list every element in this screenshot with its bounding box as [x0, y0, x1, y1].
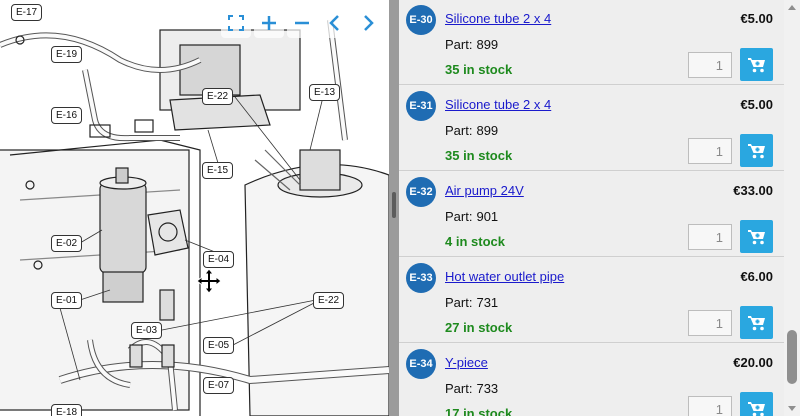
stock-status: 27 in stock — [445, 320, 513, 335]
cart-icon — [747, 315, 765, 330]
add-to-cart-button[interactable] — [740, 134, 773, 167]
callout-label[interactable]: E-02 — [51, 235, 83, 252]
list-item: E-30 Silicone tube 2 x 4 €5.00 Part: 899 … — [399, 0, 784, 85]
position-badge[interactable]: E-33 — [406, 263, 436, 293]
part-name-link[interactable]: Air pump 24V — [445, 183, 524, 198]
part-price: €20.00 — [733, 355, 773, 370]
part-number: Part: 899 — [445, 37, 498, 52]
part-name-link[interactable]: Silicone tube 2 x 4 — [445, 11, 551, 26]
position-badge[interactable]: E-34 — [406, 349, 436, 379]
stock-status: 17 in stock — [445, 406, 513, 416]
part-price: €5.00 — [740, 11, 773, 26]
part-price: €33.00 — [733, 183, 773, 198]
next-icon[interactable] — [353, 8, 383, 38]
diagram-toolbar — [221, 8, 383, 38]
quantity-input[interactable] — [688, 52, 732, 78]
callout-label[interactable]: E-13 — [309, 84, 341, 101]
quantity-input[interactable] — [688, 224, 732, 250]
part-price: €6.00 — [740, 269, 773, 284]
stock-status: 35 in stock — [445, 62, 513, 77]
callout-label[interactable]: E-22 — [202, 88, 234, 105]
cart-icon — [747, 143, 765, 158]
callout-label[interactable]: E-04 — [203, 251, 235, 268]
add-to-cart-button[interactable] — [740, 306, 773, 339]
part-number-value: 733 — [476, 381, 499, 396]
scroll-up-icon[interactable] — [788, 5, 796, 10]
callout-label[interactable]: E-22 — [313, 292, 345, 309]
fit-icon[interactable] — [221, 8, 251, 38]
quantity-input[interactable] — [688, 396, 732, 416]
exploded-diagram[interactable]: E-17 E-19 E-16 E-22 E-13 E-15 E-02 E-04 … — [0, 0, 389, 416]
callout-label[interactable]: E-19 — [51, 46, 83, 63]
part-number-value: 901 — [476, 209, 499, 224]
pane-splitter[interactable] — [389, 0, 399, 416]
part-label: Part: — [445, 381, 473, 396]
add-to-cart-button[interactable] — [740, 48, 773, 81]
callout-label[interactable]: E-01 — [51, 292, 83, 309]
part-name-link[interactable]: Y-piece — [445, 355, 488, 370]
callout-label[interactable]: E-07 — [203, 377, 235, 394]
list-item: E-33 Hot water outlet pipe €6.00 Part: 73… — [399, 258, 784, 343]
part-label: Part: — [445, 37, 473, 52]
cart-icon — [747, 229, 765, 244]
stock-status: 35 in stock — [445, 148, 513, 163]
quantity-input[interactable] — [688, 138, 732, 164]
part-number: Part: 899 — [445, 123, 498, 138]
callout-label[interactable]: E-15 — [202, 162, 234, 179]
cart-icon — [747, 57, 765, 72]
move-cursor-icon — [196, 268, 222, 299]
cart-icon — [747, 401, 765, 416]
part-number-value: 731 — [476, 295, 499, 310]
part-number-value: 899 — [476, 123, 499, 138]
quantity-input[interactable] — [688, 310, 732, 336]
position-badge[interactable]: E-32 — [406, 177, 436, 207]
vertical-scrollbar[interactable] — [784, 0, 800, 416]
scroll-down-icon[interactable] — [788, 406, 796, 411]
part-number: Part: 731 — [445, 295, 498, 310]
stock-status: 4 in stock — [445, 234, 505, 249]
splitter-grip[interactable] — [392, 192, 396, 218]
part-number: Part: 901 — [445, 209, 498, 224]
callout-label[interactable]: E-05 — [203, 337, 235, 354]
list-item: E-34 Y-piece €20.00 Part: 733 17 in stock — [399, 344, 784, 416]
part-name-link[interactable]: Hot water outlet pipe — [445, 269, 564, 284]
list-item: E-32 Air pump 24V €33.00 Part: 901 4 in s… — [399, 172, 784, 257]
part-label: Part: — [445, 123, 473, 138]
part-label: Part: — [445, 295, 473, 310]
part-price: €5.00 — [740, 97, 773, 112]
part-number-value: 899 — [476, 37, 499, 52]
list-item: E-31 Silicone tube 2 x 4 €5.00 Part: 899 … — [399, 86, 784, 171]
zoom-in-icon[interactable] — [254, 8, 284, 38]
add-to-cart-button[interactable] — [740, 392, 773, 416]
position-badge[interactable]: E-30 — [406, 5, 436, 35]
callout-label[interactable]: E-16 — [51, 107, 83, 124]
callout-label[interactable]: E-03 — [131, 322, 163, 339]
add-to-cart-button[interactable] — [740, 220, 773, 253]
scrollbar-thumb[interactable] — [787, 330, 797, 384]
part-label: Part: — [445, 209, 473, 224]
parts-list: E-30 Silicone tube 2 x 4 €5.00 Part: 899 … — [399, 0, 784, 416]
previous-icon[interactable] — [320, 8, 350, 38]
part-number: Part: 733 — [445, 381, 498, 396]
callout-label[interactable]: E-18 — [51, 404, 83, 416]
position-badge[interactable]: E-31 — [406, 91, 436, 121]
zoom-out-icon[interactable] — [287, 8, 317, 38]
part-name-link[interactable]: Silicone tube 2 x 4 — [445, 97, 551, 112]
callout-label[interactable]: E-17 — [11, 4, 43, 21]
